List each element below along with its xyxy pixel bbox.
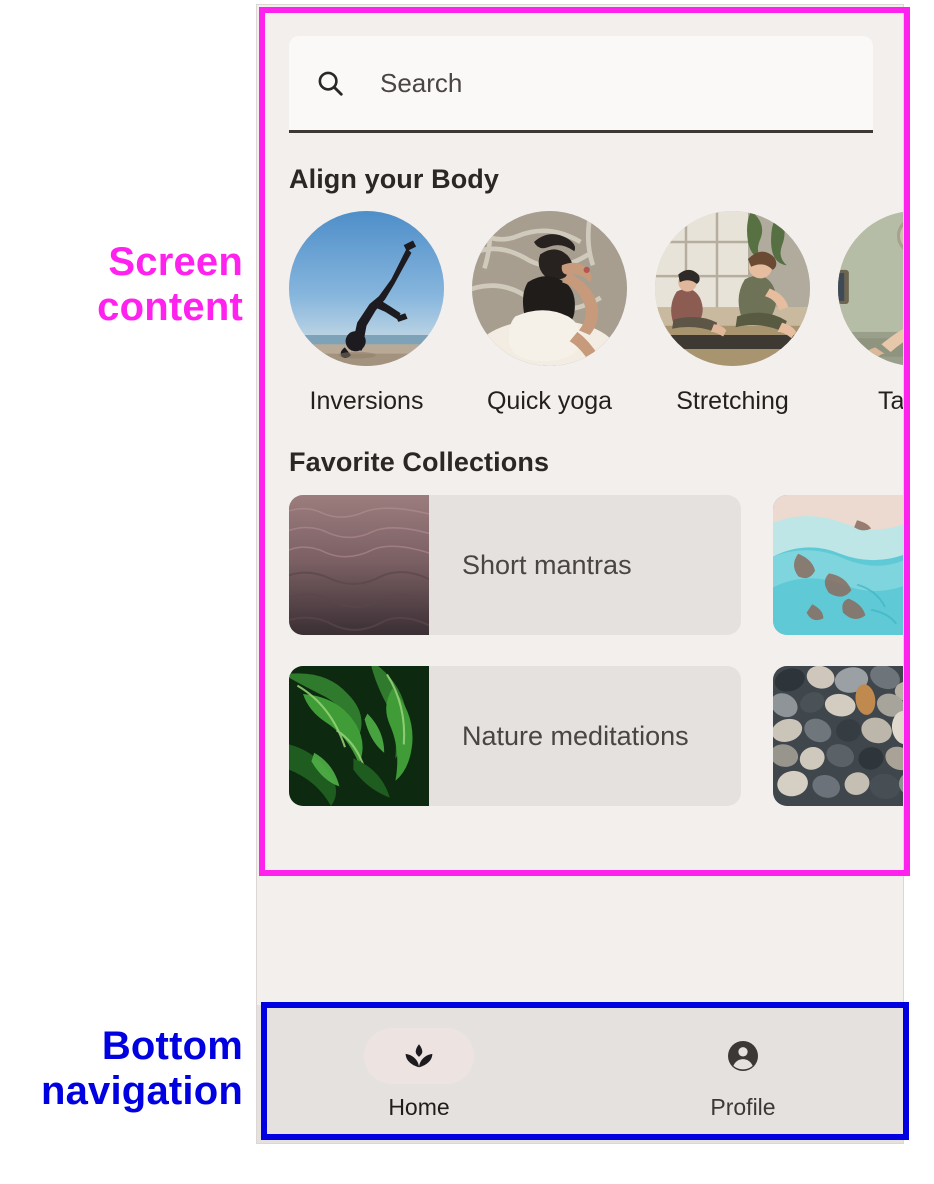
favorite-thumb-gray-pebbles: [773, 666, 903, 806]
align-thumb-tabata[interactable]: [838, 211, 903, 366]
green-fern-leaves-image: [289, 666, 429, 806]
turquoise-shoreline-aerial-image: [773, 495, 903, 635]
align-item-quick-yoga[interactable]: Quick yoga: [472, 211, 627, 416]
favorite-label-short-mantras: Short mantras: [462, 549, 632, 580]
nav-home-icon-indicator[interactable]: [364, 1027, 474, 1084]
favorite-thumb-short-mantras: [289, 495, 429, 635]
favorite-card-clipped-turquoise[interactable]: [773, 495, 903, 635]
search-input-placeholder[interactable]: Search: [380, 68, 462, 99]
favorite-thumb-nature-meditations: [289, 666, 429, 806]
favorite-collections-grid[interactable]: Short mantras Nature meditations: [289, 495, 903, 806]
favorite-card-short-mantras[interactable]: Short mantras: [289, 495, 741, 635]
align-thumb-inversions[interactable]: [289, 211, 444, 366]
align-your-body-title: Align your Body: [289, 164, 499, 194]
align-item-inversions[interactable]: Inversions: [289, 211, 444, 416]
bottom-navigation-bar[interactable]: Home Profile: [257, 1005, 903, 1143]
screen-content-region: Search Align your Body Inversions Quick …: [257, 5, 904, 879]
align-label-tabata: Tabata: [877, 387, 904, 415]
align-label-inversions: Inversions: [309, 387, 424, 415]
person-plank-green-wall-image: [838, 211, 903, 366]
favorite-label-nature-meditations: Nature meditations: [462, 720, 689, 751]
phone-device-frame: Search Align your Body Inversions Quick …: [256, 4, 904, 1144]
align-item-stretching[interactable]: Stretching: [655, 211, 810, 416]
woman-seated-twist-outdoors-image: [472, 211, 627, 366]
favorite-thumb-turquoise-shoreline: [773, 495, 903, 635]
favorite-card-nature-meditations[interactable]: Nature meditations: [289, 666, 741, 806]
nav-item-home[interactable]: Home: [257, 1005, 581, 1143]
favorite-card-clipped-pebbles[interactable]: [773, 666, 903, 806]
woman-handstand-beach-image: [289, 211, 444, 366]
gray-pebbles-image: [773, 666, 903, 806]
account-circle-icon: [728, 1040, 758, 1071]
search-field[interactable]: Search: [289, 36, 873, 133]
align-thumb-quick-yoga[interactable]: [472, 211, 627, 366]
align-label-quick-yoga: Quick yoga: [486, 387, 613, 415]
annotation-label-bottom-navigation: Bottom navigation: [40, 1024, 243, 1113]
align-item-tabata[interactable]: Tabata: [838, 211, 904, 416]
spa-icon: [405, 1043, 433, 1067]
search-icon: [318, 71, 343, 96]
annotation-label-screen-content: Screen content: [97, 240, 243, 329]
align-your-body-row[interactable]: Inversions Quick yoga Stretching Ta: [289, 211, 904, 416]
nav-item-profile[interactable]: Profile: [581, 1005, 903, 1143]
align-thumb-stretching[interactable]: [655, 211, 810, 366]
dusky-ocean-waves-image: [289, 495, 429, 635]
two-women-stretching-studio-image: [655, 211, 810, 366]
align-label-stretching: Stretching: [676, 387, 789, 415]
nav-profile-icon-indicator[interactable]: [688, 1028, 798, 1084]
nav-label-home: Home: [388, 1093, 450, 1120]
favorite-collections-title: Favorite Collections: [289, 447, 550, 477]
nav-label-profile: Profile: [710, 1093, 776, 1120]
